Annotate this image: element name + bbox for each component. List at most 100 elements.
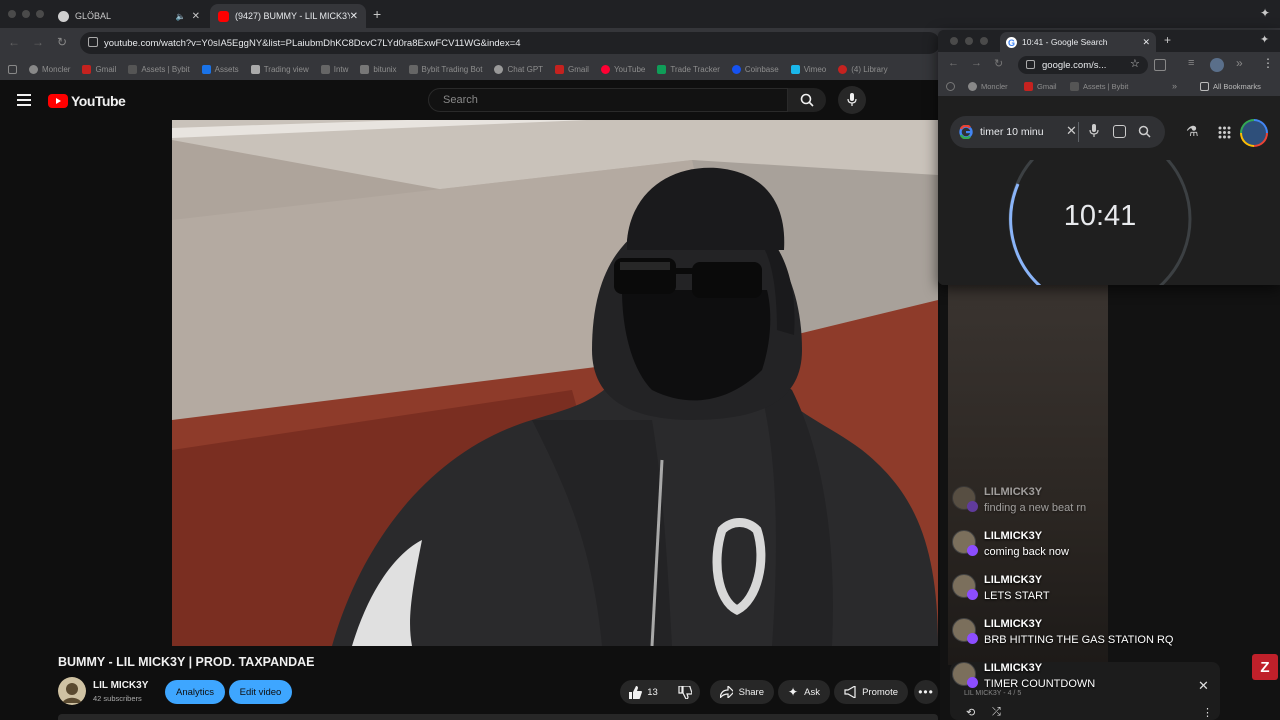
google-popup-window: G 10:41 - Google Search ✕ + ✦ ← → ↻ goog… <box>938 30 1280 285</box>
reload-icon[interactable]: ↻ <box>57 35 67 49</box>
window-minimize-button[interactable] <box>22 10 30 18</box>
bookmark-item[interactable]: (4) Library <box>838 64 888 74</box>
popup-minimize-button[interactable] <box>965 37 973 45</box>
profile-avatar[interactable] <box>1210 58 1224 72</box>
tab-youtube[interactable]: (9427) BUMMY - LIL MICK3Y ✕ <box>210 4 366 28</box>
tab-label: GLÖBAL <box>75 11 112 21</box>
clear-search-icon[interactable]: ✕ <box>1066 123 1077 139</box>
bookmark-item[interactable]: Gmail <box>82 64 116 74</box>
dislike-button[interactable] <box>678 685 692 699</box>
loop-icon[interactable]: ⟲ <box>966 706 975 719</box>
window-zoom-button[interactable] <box>36 10 44 18</box>
window-close-button[interactable] <box>8 10 16 18</box>
hamburger-menu-icon[interactable] <box>17 94 31 106</box>
channel-avatar[interactable] <box>58 677 86 705</box>
labs-flask-icon[interactable]: ⚗ <box>1186 123 1199 140</box>
more-actions-button[interactable]: ••• <box>914 680 938 704</box>
channel-name[interactable]: LIL MICK3Y <box>93 680 148 691</box>
bookmark-item[interactable]: Intw <box>320 64 348 74</box>
megaphone-icon <box>844 686 856 698</box>
search-icon[interactable] <box>1138 125 1151 138</box>
bookmark-item[interactable]: Trade Tracker <box>657 64 720 74</box>
chevron-double-right-icon[interactable]: » <box>1236 56 1243 70</box>
close-tab-icon[interactable]: ✕ <box>1142 37 1150 48</box>
twitch-badge-icon <box>967 589 978 600</box>
like-count: 13 <box>647 686 658 698</box>
bookmark-item[interactable]: Assets <box>201 64 239 74</box>
reload-icon[interactable]: ↻ <box>994 57 1003 70</box>
bookmark-item[interactable]: Vimeo <box>790 64 826 74</box>
chat-username: LILMICK3Y <box>984 486 1043 498</box>
popup-zoom-button[interactable] <box>980 37 988 45</box>
app-logo-icon[interactable]: Z <box>1252 654 1278 680</box>
video-player[interactable] <box>172 120 938 646</box>
bookmark-item[interactable]: Moncler <box>29 64 70 74</box>
forward-icon[interactable]: → <box>971 57 982 69</box>
popup-tab[interactable]: G 10:41 - Google Search ✕ <box>1000 32 1156 52</box>
extensions-icon[interactable] <box>1154 59 1166 71</box>
forward-icon[interactable]: → <box>32 35 44 49</box>
new-tab-button[interactable]: + <box>373 6 381 22</box>
site-info-icon[interactable] <box>1026 60 1035 69</box>
google-account-avatar[interactable] <box>1240 119 1268 147</box>
voice-search-icon[interactable] <box>1089 124 1099 139</box>
close-tab-icon[interactable]: ✕ <box>350 11 358 22</box>
chat-message: LILMICK3Y BRB HITTING THE GAS STATION RQ <box>952 618 1212 658</box>
analytics-button[interactable]: Analytics <box>165 680 225 704</box>
search-input[interactable]: Search <box>428 88 788 112</box>
ask-button[interactable]: ✦ Ask <box>778 680 830 704</box>
share-button[interactable]: Share <box>710 680 774 704</box>
star-icon[interactable]: ☆ <box>1130 57 1140 70</box>
promote-button[interactable]: Promote <box>834 680 908 704</box>
google-search-box[interactable]: timer 10 minu ✕ <box>950 116 1165 148</box>
chat-username: LILMICK3Y <box>984 662 1043 674</box>
apps-icon[interactable] <box>946 82 955 91</box>
youtube-logo-text: YouTube <box>71 93 126 109</box>
bookmark-item[interactable]: Moncler <box>968 82 1008 91</box>
google-apps-icon[interactable] <box>1218 126 1231 139</box>
reading-list-icon[interactable]: ≡ <box>1188 57 1194 69</box>
popup-address-bar[interactable]: google.com/s... ☆ <box>1018 56 1148 74</box>
edit-video-button[interactable]: Edit video <box>229 680 292 704</box>
bookmark-item[interactable]: Assets | Bybit <box>128 64 190 74</box>
speaker-icon[interactable]: 🔈 <box>176 12 186 21</box>
chat-text: TIMER COUNTDOWN <box>984 678 1096 690</box>
share-icon <box>720 686 733 698</box>
voice-search-button[interactable] <box>838 86 866 114</box>
search-icon <box>800 93 814 107</box>
new-tab-button[interactable]: + <box>1164 33 1171 47</box>
search-button[interactable] <box>788 88 826 112</box>
bookmark-item[interactable]: YouTube <box>600 64 645 74</box>
lens-icon[interactable] <box>1113 125 1126 138</box>
description-box[interactable] <box>58 714 938 720</box>
youtube-logo[interactable]: YouTube <box>48 93 126 109</box>
more-vertical-icon[interactable]: ⋮ <box>1262 56 1274 70</box>
bookmark-item[interactable]: Gmail <box>555 64 589 74</box>
main-address-bar[interactable]: youtube.com/watch?v=Y0sIA5EggNY&list=PLa… <box>80 32 940 54</box>
all-bookmarks[interactable]: All Bookmarks <box>1200 82 1261 91</box>
chevron-double-right-icon[interactable]: » <box>1172 81 1177 91</box>
shuffle-icon[interactable]: ⤮ <box>992 706 1001 719</box>
svg-text:G: G <box>1008 38 1015 48</box>
back-icon[interactable]: ← <box>948 57 959 69</box>
sparkle-icon[interactable]: ✦ <box>1260 33 1269 46</box>
tab-label: (9427) BUMMY - LIL MICK3Y <box>235 11 350 21</box>
apps-icon[interactable] <box>8 64 17 74</box>
chat-message: LILMICK3Y coming back now <box>952 530 1212 570</box>
close-tab-icon[interactable]: ✕ <box>192 11 200 22</box>
like-button[interactable]: 13 <box>628 685 658 699</box>
bookmark-item[interactable]: Bybit Trading Bot <box>408 64 482 74</box>
bookmark-item[interactable]: Coinbase <box>731 64 779 74</box>
bookmark-item[interactable]: bitunix <box>360 64 397 74</box>
like-dislike-group: 13 <box>620 680 700 704</box>
back-icon[interactable]: ← <box>8 35 20 49</box>
bookmark-item[interactable]: Assets | Bybit <box>1070 82 1128 91</box>
bookmark-item[interactable]: Chat GPT <box>494 64 543 74</box>
bookmark-item[interactable]: Trading view <box>250 64 309 74</box>
tab-global[interactable]: GLÖBAL 🔈 ✕ <box>50 4 208 28</box>
more-vertical-icon[interactable]: ⋮ <box>1202 706 1213 719</box>
bookmark-item[interactable]: Gmail <box>1024 82 1057 91</box>
sparkle-icon[interactable]: ✦ <box>1260 6 1270 20</box>
site-info-icon[interactable] <box>88 37 98 47</box>
popup-close-button[interactable] <box>950 37 958 45</box>
